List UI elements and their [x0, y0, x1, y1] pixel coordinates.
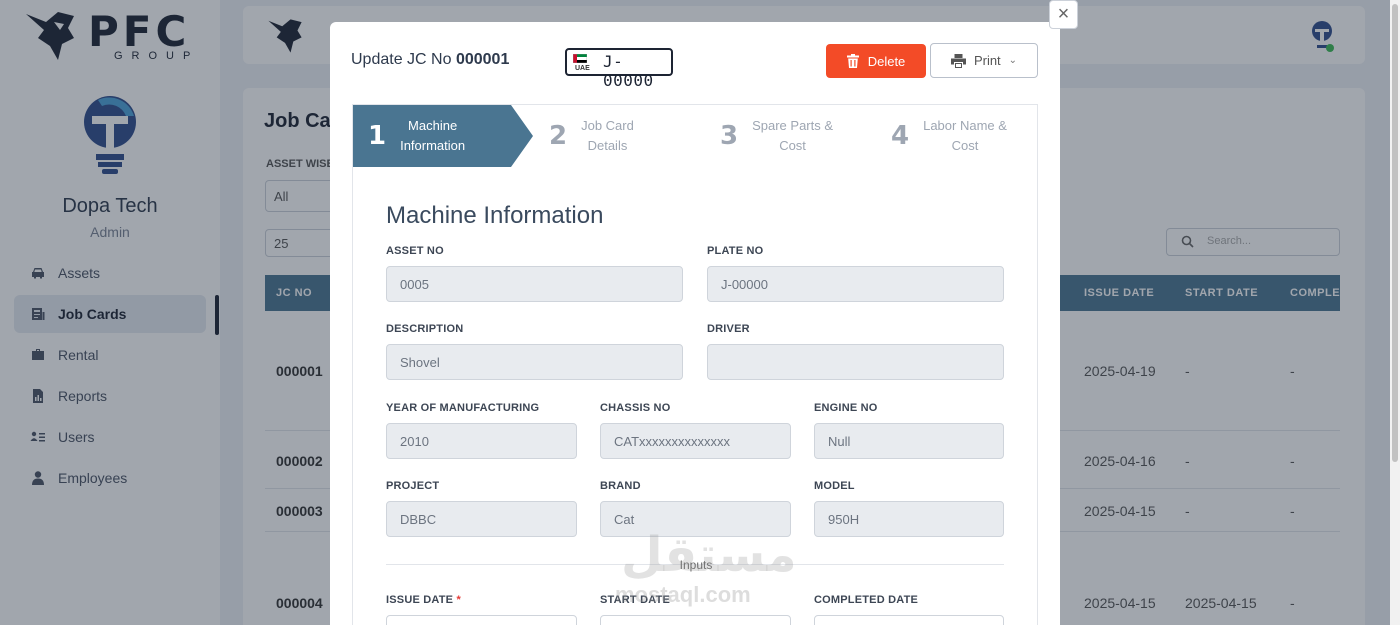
model-field[interactable]: 950H	[814, 501, 1004, 537]
issue-date-field[interactable]	[386, 615, 577, 625]
trash-icon	[846, 54, 859, 68]
update-job-card-modal: Update JC No 000001 UAE J-00000 Delete P…	[330, 22, 1060, 625]
issue-date-label: ISSUE DATE *	[386, 594, 461, 606]
step-spare-parts-cost[interactable]: 3 Spare Parts & Cost	[720, 105, 870, 167]
delete-button[interactable]: Delete	[826, 44, 926, 78]
driver-label: DRIVER	[707, 323, 750, 335]
scrollbar-thumb[interactable]	[1392, 4, 1398, 462]
asset-no-label: ASSET NO	[386, 245, 444, 257]
step-label: Machine Information	[400, 118, 466, 153]
plate-no-field[interactable]: J-00000	[707, 266, 1004, 302]
step-number: 2	[549, 121, 568, 151]
printer-icon	[950, 53, 966, 68]
step-number: 1	[368, 121, 387, 151]
chevron-down-icon: ⌄	[1008, 55, 1018, 66]
driver-field[interactable]	[707, 344, 1004, 380]
step-job-card-details[interactable]: 2 Job Card Details	[549, 105, 689, 167]
engine-no-label: ENGINE NO	[814, 402, 878, 414]
close-icon[interactable]: ×	[1049, 0, 1078, 29]
print-label: Print	[973, 53, 1001, 68]
project-field[interactable]: DBBC	[386, 501, 577, 537]
section-title: Machine Information	[386, 202, 604, 229]
description-field[interactable]: Shovel	[386, 344, 683, 380]
engine-no-field[interactable]: Null	[814, 423, 1004, 459]
brand-label: BRAND	[600, 480, 641, 492]
year-of-manufacturing-field[interactable]: 2010	[386, 423, 577, 459]
completed-date-field[interactable]	[814, 615, 1004, 625]
asset-no-field[interactable]: 0005	[386, 266, 683, 302]
chassis-no-field[interactable]: CATxxxxxxxxxxxxxx	[600, 423, 791, 459]
chassis-no-label: CHASSIS NO	[600, 402, 671, 414]
delete-label: Delete	[867, 53, 906, 69]
step-label: Job Card Details	[581, 118, 634, 153]
uae-flag-icon	[573, 54, 587, 63]
modal-title-prefix: Update JC No	[351, 51, 452, 68]
plate-number: J-00000	[603, 52, 654, 90]
modal-title: Update JC No 000001	[351, 51, 509, 69]
watermark-latin: mostaql.com	[615, 582, 751, 607]
completed-date-label: COMPLETED DATE	[814, 594, 919, 606]
plate-no-label: PLATE NO	[707, 245, 764, 257]
wizard-container: 1 Machine Information 2 Job Card Details…	[352, 104, 1038, 625]
print-dropdown-button[interactable]: Print ⌄	[930, 43, 1038, 78]
project-label: PROJECT	[386, 480, 440, 492]
required-marker: *	[456, 594, 461, 606]
year-of-manufacturing-label: YEAR OF MANUFACTURING	[386, 402, 540, 414]
page-scrollbar[interactable]	[1390, 0, 1400, 625]
wizard-steps: 1 Machine Information 2 Job Card Details…	[353, 105, 1039, 167]
watermark-arabic: مستقل	[621, 527, 797, 583]
modal-jc-number: 000001	[455, 51, 510, 68]
start-date-field[interactable]	[600, 615, 791, 625]
license-plate: UAE J-00000	[565, 48, 673, 90]
step-labor-name-cost[interactable]: 4 Labor Name & Cost	[891, 105, 1039, 167]
step-number: 4	[891, 121, 910, 151]
plate-country: UAE	[575, 65, 590, 72]
model-label: MODEL	[814, 480, 855, 492]
description-label: DESCRIPTION	[386, 323, 464, 335]
step-number: 3	[720, 121, 739, 151]
step-label: Labor Name & Cost	[923, 118, 1007, 153]
step-machine-information[interactable]: 1 Machine Information	[368, 105, 518, 167]
step-label: Spare Parts & Cost	[752, 118, 834, 153]
